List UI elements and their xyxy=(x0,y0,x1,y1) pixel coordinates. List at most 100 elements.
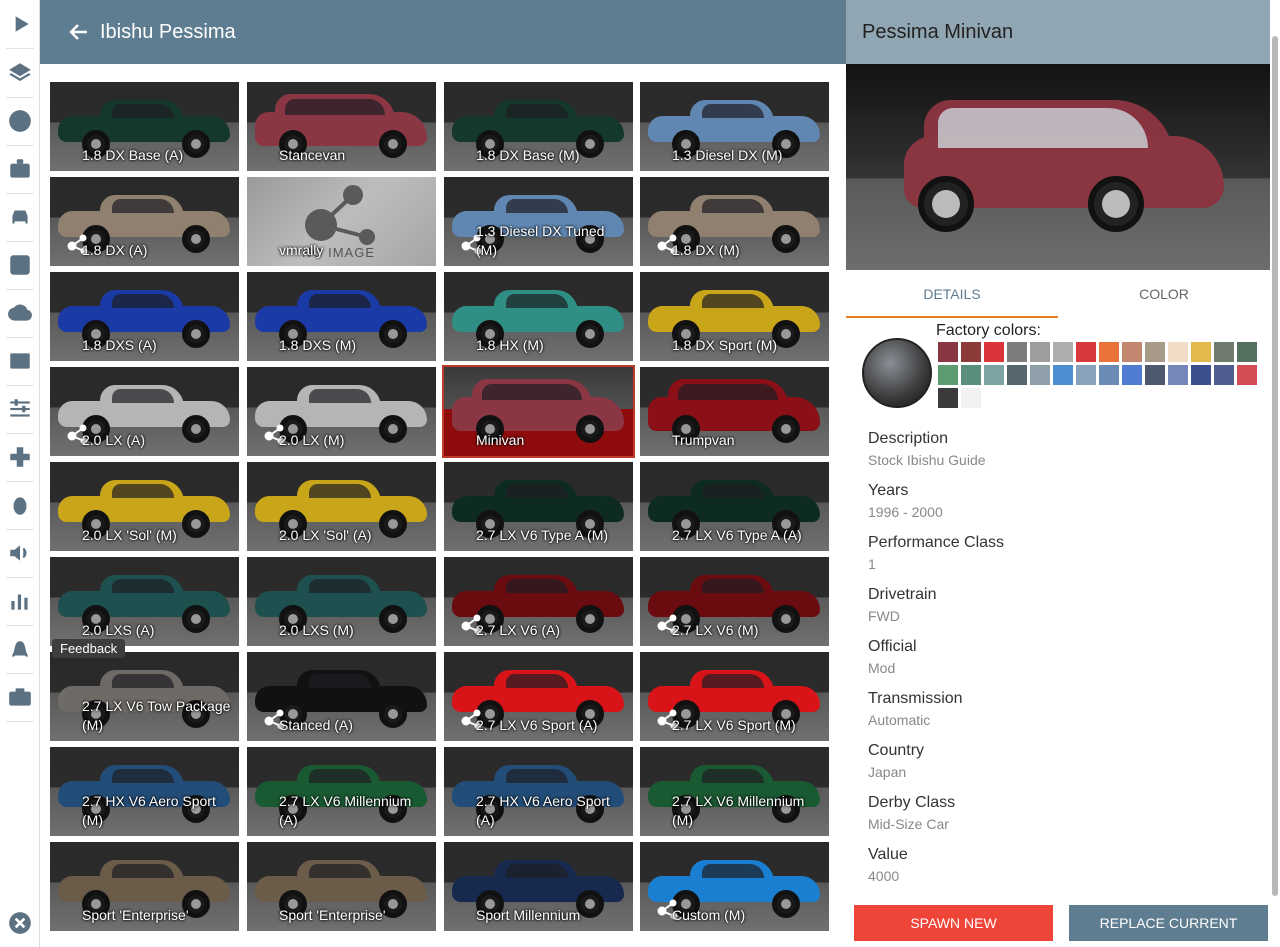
color-swatch[interactable] xyxy=(1007,365,1027,385)
vehicle-config-tile[interactable]: Sport 'Enterprise' xyxy=(247,842,436,931)
detail-label: Country xyxy=(868,742,925,759)
color-swatch[interactable] xyxy=(938,388,958,408)
vehicle-config-tile[interactable]: 2.7 LX V6 (M) xyxy=(640,557,829,646)
vehicle-config-tile[interactable]: Custom (M) xyxy=(640,842,829,931)
color-swatch[interactable] xyxy=(1214,365,1234,385)
scrollbar-thumb[interactable] xyxy=(1272,36,1278,896)
color-swatch[interactable] xyxy=(1191,342,1211,362)
color-swatch[interactable] xyxy=(1122,342,1142,362)
back-arrow-icon[interactable] xyxy=(68,21,90,43)
color-swatch[interactable] xyxy=(1145,365,1165,385)
vehicle-config-tile[interactable]: Trumpvan xyxy=(640,367,829,456)
vehicle-config-tile[interactable]: 1.8 DX Base (A) xyxy=(50,82,239,171)
spawn-new-button[interactable]: SPAWN NEW xyxy=(854,905,1053,941)
details-list: Description Stock Ibishu Guide Years 1996 -… xyxy=(868,430,1258,898)
vehicle-config-tile[interactable]: 1.3 Diesel DX (M) xyxy=(640,82,829,171)
vehicle-config-tile[interactable]: 2.7 LX V6 Sport (M) xyxy=(640,652,829,741)
vehicle-config-tile[interactable]: Sport Millennium xyxy=(444,842,633,931)
detail-label: Value xyxy=(868,846,908,863)
details-title: Pessima Minivan xyxy=(862,20,1014,43)
sliders-icon[interactable] xyxy=(4,393,36,425)
color-swatch[interactable] xyxy=(984,365,1004,385)
tile-label: 1.8 DX Sport (M) xyxy=(672,337,778,353)
vehicle-config-tile[interactable]: Sport 'Enterprise' xyxy=(50,842,239,931)
tile-label: 2.7 LX V6 Sport (A) xyxy=(476,717,598,733)
briefcase-icon[interactable] xyxy=(4,153,36,185)
vehicle-config-tile[interactable]: 2.0 LXS (A) xyxy=(50,557,239,646)
gamepad-icon[interactable] xyxy=(4,441,36,473)
play-icon[interactable] xyxy=(4,8,36,40)
vehicle-config-tile[interactable]: 1.8 DXS (A) xyxy=(50,272,239,361)
vehicle-config-tile[interactable]: 2.0 LX 'Sol' (M) xyxy=(50,462,239,551)
feedback-button[interactable]: Feedback xyxy=(52,639,126,658)
vehicle-config-tile[interactable]: 2.7 LX V6 Sport (A) xyxy=(444,652,633,741)
vehicle-config-tile[interactable]: 1.8 HX (M) xyxy=(444,272,633,361)
color-swatch[interactable] xyxy=(1122,365,1142,385)
cloud-icon[interactable] xyxy=(4,297,36,329)
color-swatch[interactable] xyxy=(1168,342,1188,362)
replace-current-button[interactable]: REPLACE CURRENT xyxy=(1069,905,1268,941)
layers-icon[interactable] xyxy=(4,57,36,89)
color-swatch[interactable] xyxy=(1191,365,1211,385)
vehicle-config-tile[interactable]: 2.0 LX (M) xyxy=(247,367,436,456)
details-tabs: DETAILS COLOR xyxy=(846,270,1270,318)
color-swatch[interactable] xyxy=(961,388,981,408)
vehicle-config-tile[interactable]: 2.7 LX V6 Tow Package (M) xyxy=(50,652,239,741)
tile-label: 1.8 DX (M) xyxy=(672,242,740,258)
color-swatch[interactable] xyxy=(1053,342,1073,362)
vehicle-config-tile[interactable]: 1.8 DX (A) xyxy=(50,177,239,266)
vehicle-config-tile[interactable]: NO IMAGE vmrally xyxy=(247,177,436,266)
chart-icon[interactable] xyxy=(4,585,36,617)
color-swatch[interactable] xyxy=(1030,342,1050,362)
vehicle-config-tile[interactable]: 2.7 LX V6 Type A (A) xyxy=(640,462,829,551)
color-swatch[interactable] xyxy=(1053,365,1073,385)
vehicle-config-tile[interactable]: 1.8 DX (M) xyxy=(640,177,829,266)
settings-icon[interactable] xyxy=(4,249,36,281)
vehicle-config-tile[interactable]: 2.0 LXS (M) xyxy=(247,557,436,646)
car-icon[interactable] xyxy=(4,201,36,233)
color-swatch[interactable] xyxy=(984,342,1004,362)
vehicle-config-tile[interactable]: 1.8 DX Base (M) xyxy=(444,82,633,171)
vehicle-config-tile[interactable]: 2.7 LX V6 Type A (M) xyxy=(444,462,633,551)
vehicle-config-tile[interactable]: 2.0 LX (A) xyxy=(50,367,239,456)
color-swatch[interactable] xyxy=(1237,365,1257,385)
vehicle-config-tile[interactable]: 1.8 DX Sport (M) xyxy=(640,272,829,361)
vehicle-config-tile[interactable]: Minivan xyxy=(442,365,635,458)
color-swatch[interactable] xyxy=(1237,342,1257,362)
factory-colors: Factory colors: xyxy=(862,322,1262,412)
color-swatch[interactable] xyxy=(1076,365,1096,385)
tab-details[interactable]: DETAILS xyxy=(846,270,1058,318)
color-swatch[interactable] xyxy=(938,342,958,362)
camera-icon[interactable] xyxy=(4,681,36,713)
route-icon[interactable] xyxy=(4,633,36,665)
vehicle-config-tile[interactable]: 2.7 HX V6 Aero Sport (A) xyxy=(444,747,633,836)
color-swatch[interactable] xyxy=(1076,342,1096,362)
color-swatch[interactable] xyxy=(961,365,981,385)
help-icon[interactable]: ? xyxy=(4,105,36,137)
color-swatch[interactable] xyxy=(961,342,981,362)
color-swatch[interactable] xyxy=(1030,365,1050,385)
vehicle-config-tile[interactable]: 2.7 LX V6 Millennium (M) xyxy=(640,747,829,836)
vehicle-config-tile[interactable]: 2.0 LX 'Sol' (A) xyxy=(247,462,436,551)
color-swatch[interactable] xyxy=(1099,365,1119,385)
color-swatch[interactable] xyxy=(1214,342,1234,362)
vehicle-config-tile[interactable]: Stancevan xyxy=(247,82,436,171)
color-swatch[interactable] xyxy=(1007,342,1027,362)
color-swatch[interactable] xyxy=(1145,342,1165,362)
color-swatch[interactable] xyxy=(938,365,958,385)
volume-icon[interactable] xyxy=(4,537,36,569)
vehicle-config-tile[interactable]: 1.3 Diesel DX Tuned (M) xyxy=(444,177,633,266)
vehicle-config-tile[interactable]: 2.7 LX V6 Millennium (A) xyxy=(247,747,436,836)
scrollbar[interactable] xyxy=(1270,0,1280,947)
close-icon[interactable] xyxy=(4,907,36,939)
vehicle-config-tile[interactable]: Stanced (A) xyxy=(247,652,436,741)
dashboard-icon[interactable] xyxy=(4,345,36,377)
vehicle-config-tile[interactable]: 1.8 DXS (M) xyxy=(247,272,436,361)
vehicle-config-tile[interactable]: 2.7 HX V6 Aero Sport (M) xyxy=(50,747,239,836)
bug-icon[interactable] xyxy=(4,489,36,521)
tab-color[interactable]: COLOR xyxy=(1058,270,1270,318)
color-swatch[interactable] xyxy=(1168,365,1188,385)
color-swatch[interactable] xyxy=(1099,342,1119,362)
detail-label: Drivetrain xyxy=(868,586,937,603)
vehicle-config-tile[interactable]: 2.7 LX V6 (A) xyxy=(444,557,633,646)
